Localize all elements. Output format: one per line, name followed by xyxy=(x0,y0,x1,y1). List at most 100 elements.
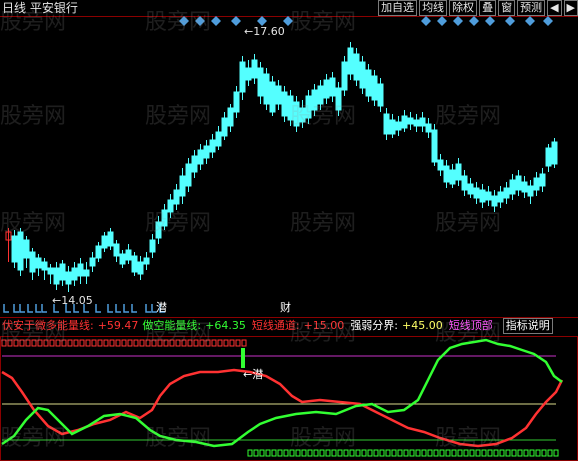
bull-zone-box xyxy=(223,339,229,347)
bear-zone-box xyxy=(373,449,379,457)
watermark: 股旁网 xyxy=(145,211,212,236)
watermark: 股旁网 xyxy=(0,321,67,346)
candle-body xyxy=(209,139,216,153)
candle-body xyxy=(173,189,180,205)
candle-body xyxy=(191,155,198,173)
add-watchlist-button[interactable]: 加自选 xyxy=(378,0,418,16)
candle-body xyxy=(449,169,456,185)
candle-body xyxy=(77,263,84,277)
low-price-marker: ←14.05 xyxy=(52,294,93,307)
bull-zone-box xyxy=(85,339,91,347)
candle-body xyxy=(323,79,330,99)
candle-body xyxy=(257,67,264,97)
bull-zone-box xyxy=(211,339,217,347)
candle-body xyxy=(485,191,492,201)
candle-body xyxy=(473,187,480,199)
candle-body xyxy=(551,141,558,165)
forecast-button[interactable]: 预测 xyxy=(517,0,546,16)
candle-body xyxy=(245,67,252,81)
candle-body xyxy=(23,239,30,259)
candle-body xyxy=(17,231,24,271)
bear-zone-box xyxy=(505,449,511,457)
bull-zone-box xyxy=(139,339,145,347)
bear-zone-box xyxy=(529,449,535,457)
buy-mark xyxy=(3,304,9,313)
bull-zone-box xyxy=(115,339,121,347)
diamond-marker xyxy=(525,16,535,26)
candle-body xyxy=(389,119,396,135)
bear-zone-box xyxy=(421,449,427,457)
candle-body xyxy=(341,61,348,91)
candle-body xyxy=(437,159,444,171)
candle-body xyxy=(353,53,360,81)
candle-body xyxy=(413,119,420,127)
watermark: 股旁网 xyxy=(0,426,67,451)
bear-zone-box xyxy=(253,449,259,457)
bear-zone-box xyxy=(427,449,433,457)
bear-zone-box xyxy=(391,449,397,457)
buy-mark xyxy=(131,304,137,313)
candle-body xyxy=(83,269,90,277)
buy-mark xyxy=(19,304,25,313)
watermark: 股旁网 xyxy=(145,426,212,451)
legend-bear-value: +64.35 xyxy=(205,319,246,332)
watermark: 股旁网 xyxy=(435,426,502,451)
bear-zone-box xyxy=(547,449,553,457)
diamond-marker xyxy=(505,16,515,26)
candle-body xyxy=(425,123,432,133)
candle-body xyxy=(215,131,222,147)
bear-zone-box xyxy=(523,449,529,457)
bear-zone-box xyxy=(259,449,265,457)
candle-body xyxy=(533,177,540,191)
candle-body xyxy=(251,59,258,79)
indicator-signal-label: ←潜 xyxy=(243,368,264,381)
candle-body xyxy=(119,253,126,265)
bull-zone-box xyxy=(229,339,235,347)
candle-body xyxy=(281,91,288,117)
bull-zone-box xyxy=(67,339,73,347)
bull-zone-box xyxy=(109,339,115,347)
watermark: 股旁网 xyxy=(290,10,357,35)
bear-zone-box xyxy=(397,449,403,457)
bull-zone-box xyxy=(235,339,241,347)
candle-body xyxy=(275,85,282,105)
candle-body xyxy=(521,181,528,193)
bear-zone-box xyxy=(511,449,517,457)
candle-body xyxy=(41,261,48,271)
overlay-button[interactable]: 叠 xyxy=(479,0,497,16)
candle-body xyxy=(221,117,228,137)
candle-body xyxy=(107,231,114,247)
candle-body xyxy=(29,251,36,273)
ex-rights-button[interactable]: 除权 xyxy=(449,0,478,16)
diamond-marker xyxy=(211,16,221,26)
watermark: 股旁网 xyxy=(290,426,357,451)
watermark: 股旁网 xyxy=(145,321,212,346)
buy-mark xyxy=(35,304,41,313)
bull-zone-box xyxy=(103,339,109,347)
window-button[interactable]: 窗 xyxy=(498,0,516,16)
bear-zone-box xyxy=(361,449,367,457)
candle-body xyxy=(89,257,96,267)
prev-arrow-icon[interactable]: ◀ xyxy=(547,0,562,16)
moving-average-button[interactable]: 均线 xyxy=(419,0,448,16)
buy-mark xyxy=(13,304,19,313)
candle-body xyxy=(407,117,414,125)
watermark: 股旁网 xyxy=(0,10,67,35)
bull-zone-box xyxy=(73,339,79,347)
candle-body xyxy=(233,91,240,113)
watermark: 股旁网 xyxy=(0,211,67,236)
candle-body xyxy=(395,121,402,131)
candle-body xyxy=(143,257,150,265)
candle-body xyxy=(503,187,510,199)
indicator-help-button[interactable]: 指标说明 xyxy=(502,318,553,334)
legend-divide-label: 强弱分界: xyxy=(350,319,399,332)
diamond-marker xyxy=(437,16,447,26)
candle-body xyxy=(59,263,66,281)
bull-zone-box xyxy=(217,339,223,347)
watermark: 股旁网 xyxy=(145,104,212,129)
diamond-marker xyxy=(469,16,479,26)
buy-mark xyxy=(107,304,113,313)
candle-body xyxy=(431,129,438,163)
candle-body xyxy=(179,175,186,197)
next-arrow-icon[interactable]: ▶ xyxy=(563,0,578,16)
